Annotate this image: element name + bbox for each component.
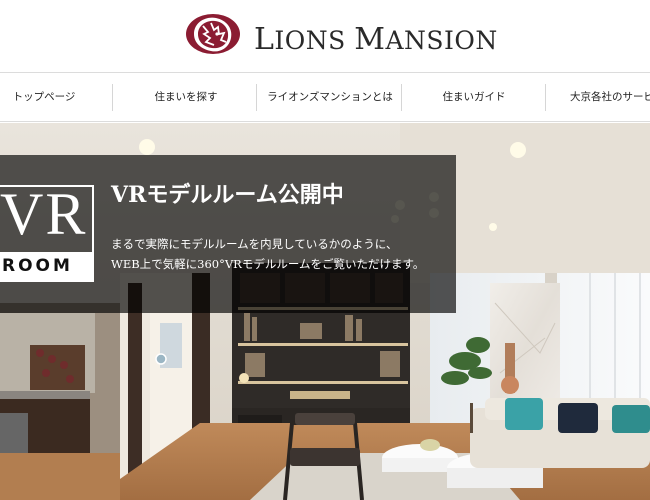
lion-head-icon (186, 14, 240, 54)
nav-item-housing-guide[interactable]: 住まいガイド (420, 73, 528, 121)
vr-room-label: ROOM (2, 256, 73, 276)
nav-divider (401, 84, 402, 111)
nav-divider (545, 84, 546, 111)
nav-item-about-lions[interactable]: ライオンズマンションとは (262, 73, 398, 121)
nav-item-top[interactable]: トップページ (0, 73, 92, 121)
vr-badge-text: VR (0, 181, 88, 247)
nav-divider (112, 84, 113, 111)
global-nav: トップページ 住まいを探す ライオンズマンションとは 住まいガイド 大京各社のサ… (0, 72, 650, 122)
vr-banner-description-line-2: WEB上で気軽に360°VRモデルルームをご覧いただけます。 (111, 257, 425, 271)
nav-item-search-homes[interactable]: 住まいを探す (135, 73, 237, 121)
logo-wordmark: LIONS MANSION (254, 22, 498, 57)
site-logo[interactable]: LIONS MANSION (184, 12, 497, 57)
nav-item-group-services[interactable]: 大京各社のサービス (570, 73, 650, 121)
nav-divider (256, 84, 257, 111)
site-header: LIONS MANSION (0, 0, 650, 72)
vr-banner-title: VRモデルルーム公開中 (111, 182, 344, 208)
vr-banner-description-line-1: まるで実際にモデルルームを内見しているかのように、 (111, 237, 398, 251)
